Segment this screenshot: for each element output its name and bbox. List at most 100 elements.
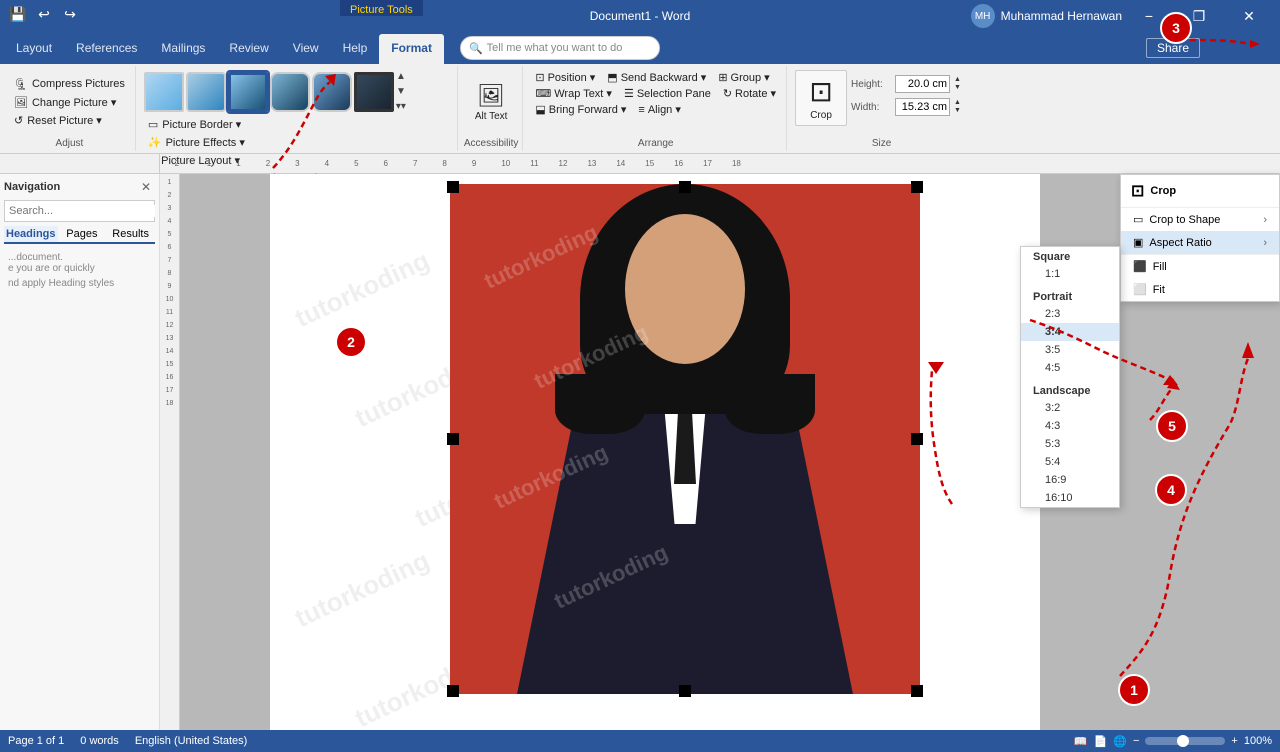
ribbon-search[interactable]: 🔍 Tell me what you want to do: [460, 36, 660, 60]
portrait-header: Portrait: [1021, 287, 1119, 305]
crop-handle-tl[interactable]: [447, 181, 459, 193]
sidebar-search-input[interactable]: [5, 205, 155, 217]
arrange-row3: ⬓ Bring Forward ▾ ≡ Align ▾: [531, 102, 685, 117]
print-layout-icon[interactable]: 📄: [1094, 735, 1108, 748]
arrange-label: Arrange: [638, 136, 674, 149]
aspect-3-2[interactable]: 3:2: [1021, 399, 1119, 417]
crop-handle-tc[interactable]: [679, 181, 691, 193]
crop-to-shape-item[interactable]: ▭ Crop to Shape ›: [1121, 208, 1279, 231]
change-picture-btn[interactable]: 🖼 Change Picture ▾: [10, 94, 129, 111]
bring-forward-btn[interactable]: ⬓ Bring Forward ▾: [531, 102, 630, 117]
crop-handle-tr[interactable]: [911, 181, 923, 193]
photo-frame[interactable]: tutorkoding tutorkoding tutorkoding tuto…: [450, 184, 920, 694]
pic-style-6[interactable]: [354, 72, 394, 112]
step-badge-4: 4: [1155, 474, 1187, 506]
zoom-minus[interactable]: −: [1133, 735, 1139, 747]
pic-styles-scroll: ▲ ▼ ▾▾: [396, 70, 406, 114]
tab-view[interactable]: View: [281, 34, 331, 64]
user-name: Muhammad Hernawan: [1001, 9, 1122, 23]
group-btn[interactable]: ⊞ Group ▾: [714, 70, 773, 85]
save-btn[interactable]: 💾: [8, 4, 28, 24]
position-icon: ⊡: [535, 71, 544, 84]
tab-mailings[interactable]: Mailings: [149, 34, 217, 64]
send-backward-btn[interactable]: ⬒ Send Backward ▾: [603, 70, 710, 85]
aspect-2-3[interactable]: 2:3: [1021, 305, 1119, 323]
selection-pane-btn[interactable]: ☰ Selection Pane: [620, 86, 715, 101]
adjust-col: 🗜 Compress Pictures 🖼 Change Picture ▾ ↺…: [10, 76, 129, 129]
crop-handle-mr[interactable]: [911, 433, 923, 445]
pic-style-2[interactable]: [186, 72, 226, 112]
pic-style-3[interactable]: [228, 72, 268, 112]
pic-style-4[interactable]: [270, 72, 310, 112]
arrange-group: ⊡ Position ▾ ⬒ Send Backward ▾ ⊞ Group ▾…: [525, 66, 787, 151]
compress-pictures-btn[interactable]: 🗜 Compress Pictures: [10, 76, 129, 93]
aspect-3-5[interactable]: 3:5: [1021, 341, 1119, 359]
close-button[interactable]: ✕: [1226, 0, 1272, 32]
position-btn[interactable]: ⊡ Position ▾: [531, 70, 599, 85]
fill-item[interactable]: ⬛ Fill: [1121, 255, 1279, 278]
aspect-5-3[interactable]: 5:3: [1021, 435, 1119, 453]
scroll-down[interactable]: ▼: [396, 85, 406, 99]
suit-body: [515, 404, 855, 694]
title-center: Document1 - Word: [590, 9, 690, 23]
arrange-row1: ⊡ Position ▾ ⬒ Send Backward ▾ ⊞ Group ▾: [531, 70, 773, 85]
crop-menu-icon: ⊡: [1131, 181, 1144, 201]
crop-handle-bc[interactable]: [679, 685, 691, 697]
nav-tab-headings[interactable]: Headings: [4, 226, 58, 242]
picture-effects-btn[interactable]: ✨ Picture Effects ▾: [144, 134, 451, 151]
photo-bg: tutorkoding tutorkoding tutorkoding tuto…: [450, 184, 920, 694]
aspect-3-4[interactable]: 3:4: [1021, 323, 1119, 341]
width-input[interactable]: 15.23 cm: [895, 98, 950, 116]
picture-border-btn[interactable]: ▭ Picture Border ▾: [144, 116, 451, 133]
rotate-btn[interactable]: ↻ Rotate ▾: [719, 86, 780, 101]
tab-references[interactable]: References: [64, 34, 149, 64]
title-bar-right: MH Muhammad Hernawan − ❐ ✕: [971, 0, 1272, 32]
crop-handle-bl[interactable]: [447, 685, 459, 697]
watermark-1: tutorkoding: [290, 245, 434, 334]
nav-pane-close[interactable]: ✕: [137, 178, 155, 196]
crop-btn[interactable]: ⊡ Crop: [795, 70, 847, 126]
size-group: ⊡ Crop Height: 20.0 cm ▲▼ Width: 15.23 c…: [789, 66, 974, 151]
height-input[interactable]: 20.0 cm: [895, 75, 950, 93]
tab-layout[interactable]: Layout: [4, 34, 64, 64]
aspect-1-1[interactable]: 1:1: [1021, 265, 1119, 283]
crop-handle-br[interactable]: [911, 685, 923, 697]
crop-handle-ml[interactable]: [447, 433, 459, 445]
redo-btn[interactable]: ↪: [60, 4, 80, 24]
web-layout-icon[interactable]: 🌐: [1113, 735, 1127, 748]
avatar: MH: [971, 4, 995, 28]
alt-text-btn[interactable]: 🖼 Alt Text: [466, 81, 516, 124]
zoom-thumb[interactable]: [1177, 735, 1189, 747]
picture-tools-label: Picture Tools: [340, 0, 423, 16]
fit-item[interactable]: ⬜ Fit: [1121, 278, 1279, 301]
crop-menu-crop[interactable]: ⊡ Crop: [1121, 175, 1279, 208]
nav-tab-results[interactable]: Results: [106, 226, 155, 242]
read-mode-icon[interactable]: 📖: [1074, 735, 1088, 748]
aspect-16-10[interactable]: 16:10: [1021, 489, 1119, 507]
align-btn[interactable]: ≡ Align ▾: [634, 102, 684, 117]
zoom-slider[interactable]: [1145, 737, 1225, 745]
user-area: MH Muhammad Hernawan: [971, 4, 1122, 28]
scroll-up[interactable]: ▲: [396, 70, 406, 84]
picture-styles-group: ▲ ▼ ▾▾ ▭ Picture Border ▾ ✨ Picture Effe…: [138, 66, 458, 151]
pic-style-5[interactable]: [312, 72, 352, 112]
aspect-16-9[interactable]: 16:9: [1021, 471, 1119, 489]
zoom-plus[interactable]: +: [1231, 735, 1237, 747]
aspect-4-3[interactable]: 4:3: [1021, 417, 1119, 435]
width-spinner[interactable]: ▲▼: [954, 99, 968, 116]
tab-help[interactable]: Help: [331, 34, 380, 64]
aspect-icon: ▣: [1133, 236, 1143, 249]
height-spinner[interactable]: ▲▼: [954, 76, 968, 93]
aspect-5-4[interactable]: 5:4: [1021, 453, 1119, 471]
undo-btn[interactable]: ↩: [34, 4, 54, 24]
pic-style-1[interactable]: [144, 72, 184, 112]
aspect-4-5[interactable]: 4:5: [1021, 359, 1119, 377]
nav-tab-pages[interactable]: Pages: [58, 226, 107, 242]
reset-picture-btn[interactable]: ↺ Reset Picture ▾: [10, 112, 129, 129]
tab-review[interactable]: Review: [217, 34, 280, 64]
aspect-ratio-item[interactable]: ▣ Aspect Ratio ›: [1121, 231, 1279, 254]
tab-format[interactable]: Format: [379, 34, 444, 64]
wrap-text-btn[interactable]: ⌨ Wrap Text ▾: [531, 86, 616, 101]
landscape-header: Landscape: [1021, 381, 1119, 399]
scroll-expand[interactable]: ▾▾: [396, 100, 406, 114]
